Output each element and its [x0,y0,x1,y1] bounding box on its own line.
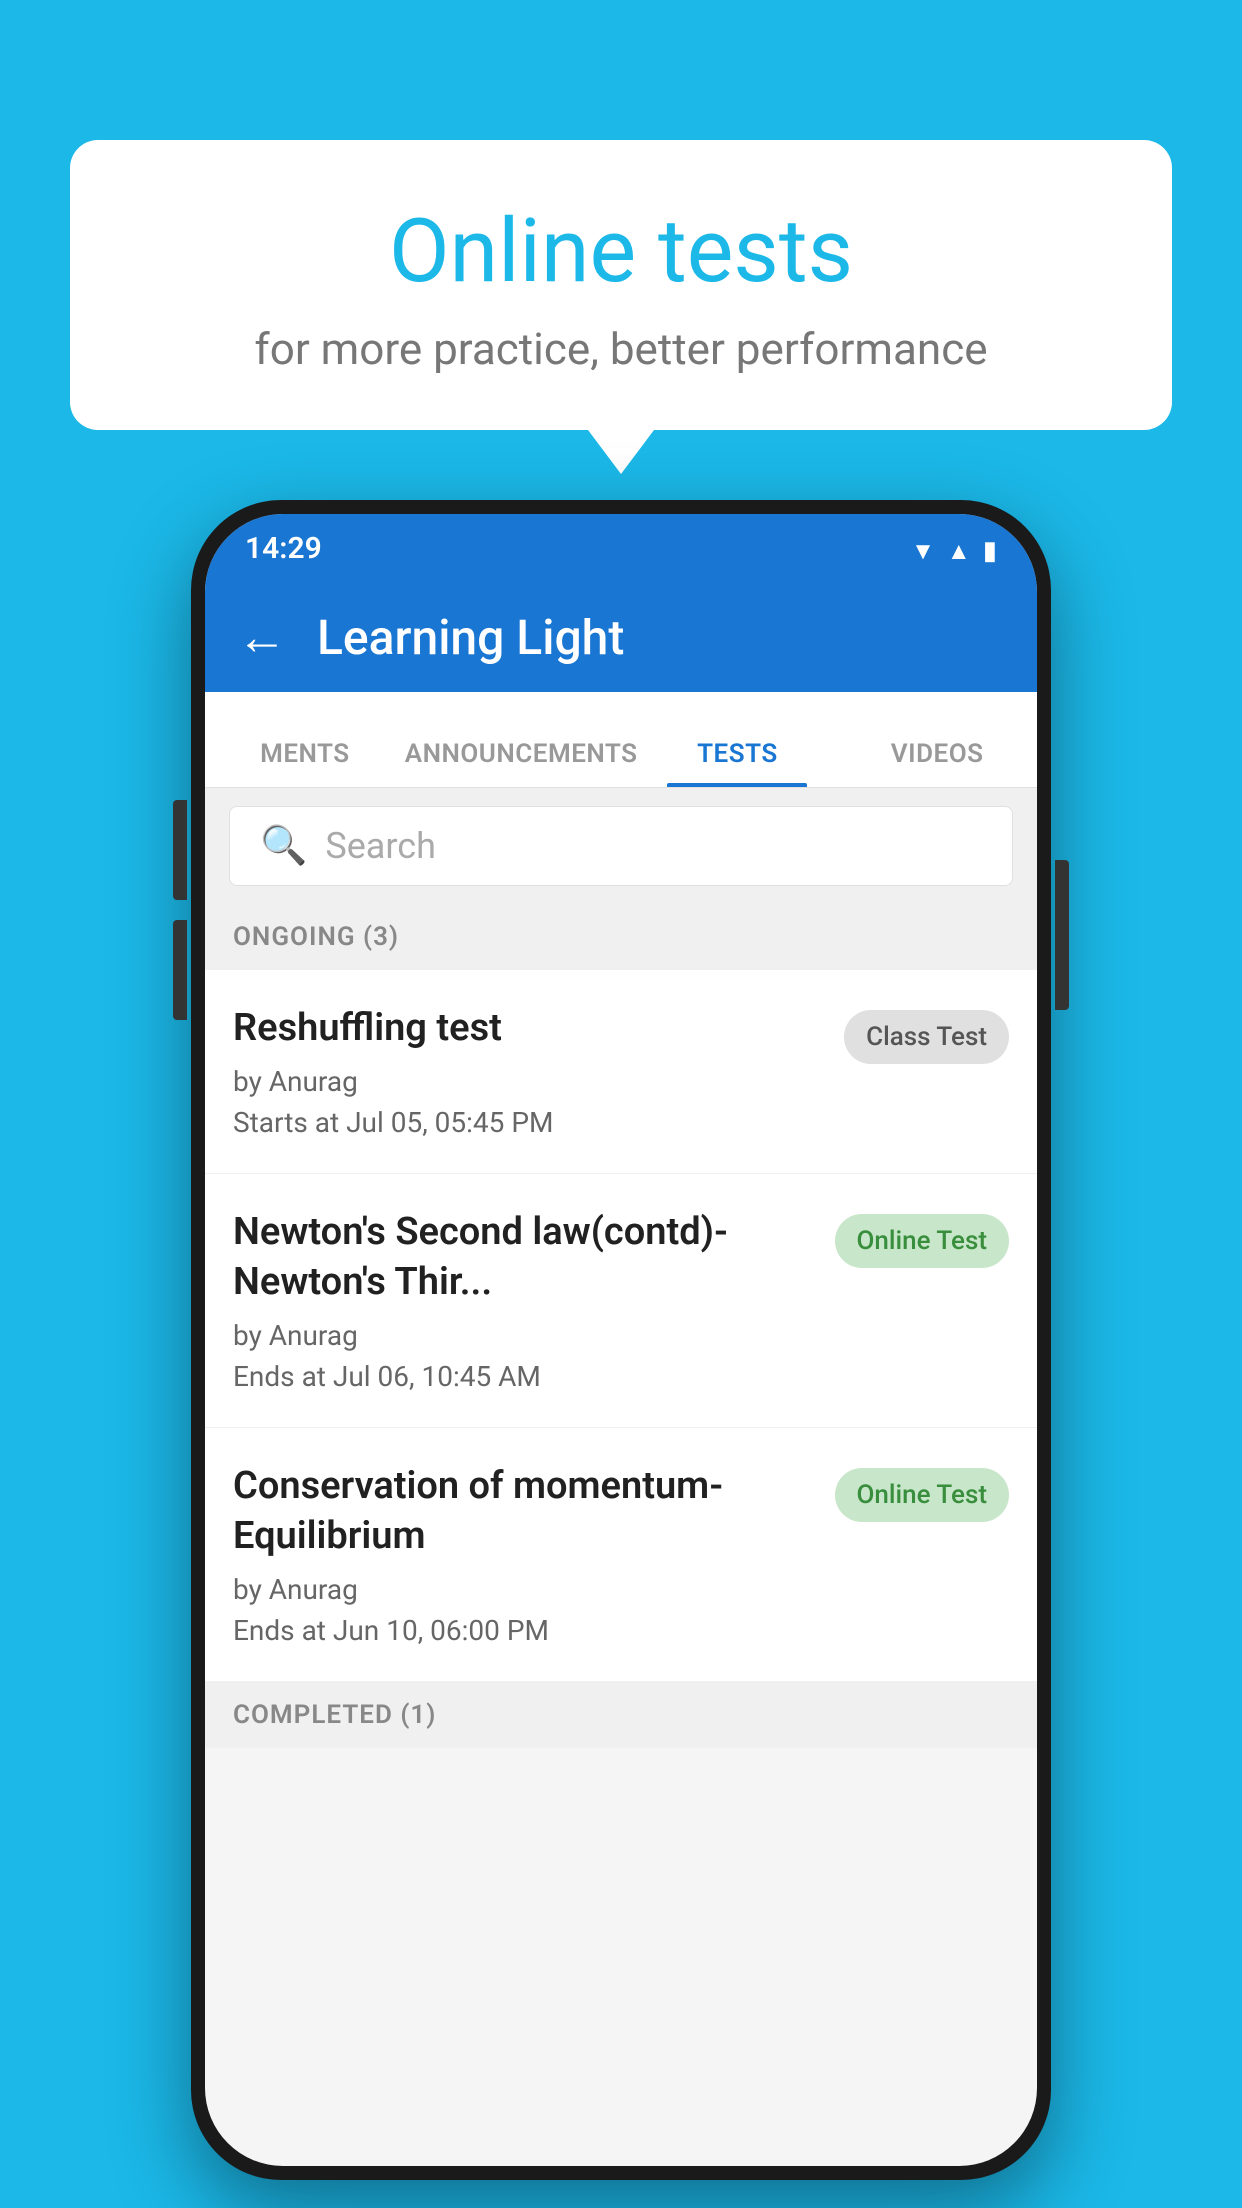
search-icon: 🔍 [260,824,307,868]
app-title: Learning Light [317,609,624,666]
ongoing-section-header: ONGOING (3) [205,904,1037,970]
test-time-conservation: Ends at Jun 10, 06:00 PM [233,1614,815,1647]
completed-section-header: COMPLETED (1) [205,1682,1037,1748]
test-author-newtons: by Anurag [233,1319,815,1352]
bubble-subtitle: for more practice, better performance [130,323,1112,375]
phone-screen: 14:29 ← Learning Light MENTS ANNOUNCEMEN… [205,514,1037,2166]
test-author-reshuffling: by Anurag [233,1065,824,1098]
ends-time-newtons: Jul 06, 10:45 AM [333,1360,541,1393]
signal-icon [947,529,971,567]
test-info-conservation: Conservation of momentum-Equilibrium by … [233,1462,835,1647]
test-list: Reshuffling test by Anurag Starts at Jul… [205,970,1037,1682]
test-item-newtons[interactable]: Newton's Second law(contd)-Newton's Thir… [205,1174,1037,1428]
tab-tests[interactable]: TESTS [638,739,838,787]
ends-label-conservation: Ends at [233,1614,326,1647]
badge-online-test-newtons: Online Test [835,1214,1010,1268]
search-bar-container: 🔍 Search [205,788,1037,904]
tab-announcements[interactable]: ANNOUNCEMENTS [405,739,638,787]
test-author-conservation: by Anurag [233,1573,815,1606]
test-info-newtons: Newton's Second law(contd)-Newton's Thir… [233,1208,835,1393]
badge-class-test-reshuffling: Class Test [844,1010,1009,1064]
side-button-power [1055,860,1069,1010]
side-button-vol-down [173,920,187,1020]
starts-time-reshuffling: Jul 05, 05:45 PM [346,1106,553,1139]
search-input[interactable]: Search [325,825,436,867]
test-info-reshuffling: Reshuffling test by Anurag Starts at Jul… [233,1004,844,1139]
starts-label-reshuffling: Starts at [233,1106,339,1139]
app-bar: ← Learning Light [205,582,1037,692]
speech-bubble-container: Online tests for more practice, better p… [70,140,1172,430]
phone-frame: 14:29 ← Learning Light MENTS ANNOUNCEMEN… [191,500,1051,2180]
test-name-reshuffling: Reshuffling test [233,1004,824,1053]
test-item-conservation[interactable]: Conservation of momentum-Equilibrium by … [205,1428,1037,1682]
bubble-title: Online tests [130,200,1112,303]
test-name-newtons: Newton's Second law(contd)-Newton's Thir… [233,1208,815,1307]
speech-bubble: Online tests for more practice, better p… [70,140,1172,430]
side-button-vol-up [173,800,187,900]
wifi-icon [911,529,935,567]
tab-bar: MENTS ANNOUNCEMENTS TESTS VIDEOS [205,692,1037,788]
badge-online-test-conservation: Online Test [835,1468,1010,1522]
test-time-newtons: Ends at Jul 06, 10:45 AM [233,1360,815,1393]
search-bar[interactable]: 🔍 Search [229,806,1013,886]
test-name-conservation: Conservation of momentum-Equilibrium [233,1462,815,1561]
test-item-reshuffling[interactable]: Reshuffling test by Anurag Starts at Jul… [205,970,1037,1174]
status-icons [911,529,997,567]
status-bar: 14:29 [205,514,1037,582]
tab-videos[interactable]: VIDEOS [837,739,1037,787]
test-time-reshuffling: Starts at Jul 05, 05:45 PM [233,1106,824,1139]
ends-label-newtons: Ends at [233,1360,326,1393]
status-time: 14:29 [245,531,322,566]
battery-icon [983,529,997,567]
ends-time-conservation: Jun 10, 06:00 PM [333,1614,549,1647]
back-button[interactable]: ← [237,608,287,667]
tab-ments[interactable]: MENTS [205,739,405,787]
